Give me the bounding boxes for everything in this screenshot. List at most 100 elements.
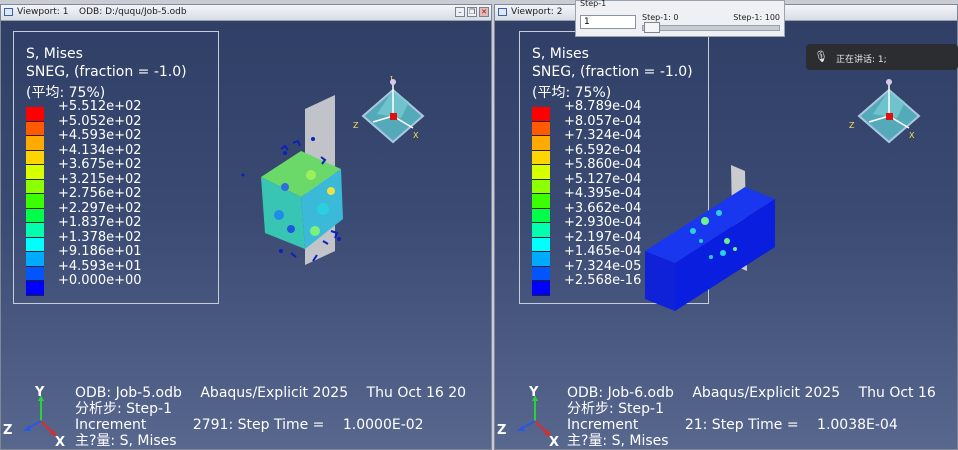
view-cube-z-label: Z: [353, 121, 359, 130]
frame-slider-min-label: Step-1: 0: [642, 13, 679, 22]
triad-z-label: Z: [3, 423, 13, 438]
legend-variable: S, Mises: [532, 46, 589, 62]
legend-swatch: [532, 237, 550, 252]
viewport-1-title: Viewport: 1: [17, 7, 69, 17]
speech-indicator-popup: 🎙 正在讲话: 1;: [806, 44, 958, 70]
legend-swatch: [26, 223, 44, 238]
contour-legend: S, Mises SNEG, (fraction = -1.0) (平均: 75…: [13, 31, 219, 304]
view-cube[interactable]: Z X: [847, 76, 927, 156]
legend-swatch: [26, 237, 44, 252]
legend-tick-label: +4.593e+01: [58, 258, 142, 274]
step-info: 分析步: Step-1: [75, 401, 173, 417]
legend-tick-label: +2.756e+02: [58, 186, 142, 201]
primary-variable-info: 主?量: S, Mises: [75, 433, 177, 449]
triad-y-label: Y: [35, 385, 45, 400]
frame-slider-max-label: Step-1: 100: [733, 13, 780, 22]
legend-tick-label: +0.000e+00: [58, 273, 142, 288]
speech-status-text: 正在讲话: 1;: [836, 55, 887, 65]
model-view: [645, 165, 775, 311]
frame-selector-window[interactable]: Step-1 Step-1: 0 Step-1: 100: [575, 0, 785, 37]
microphone-icon: 🎙: [814, 50, 828, 63]
legend-swatch: [26, 252, 44, 267]
minimize-icon[interactable]: –: [455, 7, 465, 17]
info-date: Thu Oct 16: [858, 385, 936, 401]
legend-tick-label: +8.057e-04: [564, 113, 642, 129]
step-info: 分析步: Step-1: [567, 401, 665, 417]
viewport-2-title: Viewport: 2: [511, 7, 563, 17]
odb-info: ODB: Job-5.odb Abaqus/Explicit 2025 Thu …: [75, 385, 466, 401]
legend-swatch: [26, 107, 44, 122]
increment-label: Increment: [567, 417, 639, 433]
legend-swatch: [532, 136, 550, 151]
legend-colorbar: [26, 107, 44, 296]
info-odb: ODB: Job-5.odb: [75, 385, 182, 401]
legend-swatch: [532, 266, 550, 281]
view-cube-y-label: Y: [388, 76, 394, 82]
legend-swatch: [532, 165, 550, 180]
triad-x-label: X: [55, 435, 66, 450]
legend-tick-label: +7.324e-04: [564, 128, 642, 143]
frame-number-input[interactable]: [580, 15, 636, 29]
legend-variable: S, Mises: [26, 46, 83, 62]
legend-swatch: [532, 208, 550, 223]
legend-swatch: [532, 107, 550, 122]
view-cube[interactable]: Y Z X: [351, 76, 431, 156]
legend-tick-label: +4.395e-04: [564, 186, 642, 201]
legend-swatch: [26, 136, 44, 151]
legend-tick-label: +2.568e-16: [564, 273, 642, 288]
legend-swatch: [532, 252, 550, 267]
legend-tick-label: +1.378e+02: [58, 229, 142, 245]
increment-value: 21: Step Time =: [684, 417, 799, 433]
legend-swatch: [532, 223, 550, 238]
legend-sneg: SNEG, (fraction = -1.0): [532, 64, 693, 80]
info-odb: ODB: Job-6.odb: [567, 385, 674, 401]
legend-swatch: [26, 266, 44, 281]
legend-tick-label: +1.465e-04: [564, 244, 642, 259]
info-solver: Abaqus/Explicit 2025: [692, 385, 841, 401]
increment-info: Increment 21: Step Time = 1.0038E-04: [567, 417, 898, 433]
viewport-icon: [4, 8, 13, 16]
legend-tick-label: +3.675e+02: [58, 157, 142, 172]
legend-colorbar: [532, 107, 550, 296]
step-time-value: 1.0038E-04: [817, 417, 898, 433]
viewport-2-canvas[interactable]: S, Mises SNEG, (fraction = -1.0) (平均: 75…: [495, 21, 957, 449]
legend-tick-label: +4.593e+02: [58, 128, 142, 143]
legend-tick-label: +5.127e-04: [564, 171, 642, 187]
legend-swatch: [26, 150, 44, 165]
close-icon[interactable]: ✕: [479, 7, 489, 17]
triad-z-label: Z: [497, 423, 507, 438]
legend-tick-label: +3.215e+02: [58, 171, 142, 187]
legend-swatch: [532, 179, 550, 194]
viewport-1-titlebar[interactable]: Viewport: 1 ODB: D:/ququ/Job-5.odb – ❐ ✕: [1, 5, 491, 21]
legend-tick-label: +1.837e+02: [58, 215, 142, 230]
legend-tick-label: +8.789e-04: [564, 99, 642, 114]
viewport-2[interactable]: Viewport: 2 S, Mises SNEG, (fraction = -…: [494, 4, 958, 450]
frame-selector-title: Step-1: [580, 0, 607, 8]
odb-info: ODB: Job-6.odb Abaqus/Explicit 2025 Thu …: [567, 385, 936, 401]
step-time-value: 1.0000E-02: [342, 417, 424, 433]
legend-tick-label: +5.052e+02: [58, 113, 142, 129]
legend-tick-label: +5.860e-04: [564, 157, 642, 172]
view-cube-x-label: X: [413, 131, 419, 140]
legend-sneg: SNEG, (fraction = -1.0): [26, 64, 187, 80]
info-date: Thu Oct 16 20: [366, 385, 467, 401]
triad-x-label: X: [549, 435, 560, 450]
frame-slider-track[interactable]: [642, 25, 780, 31]
triad-y-label: Y: [529, 385, 539, 400]
legend-swatch: [26, 165, 44, 180]
increment-label: Increment: [75, 417, 147, 433]
view-cube-x-label: X: [909, 131, 915, 140]
view-cube-z-label: Z: [849, 121, 855, 130]
viewport-1-odb-path: ODB: D:/ququ/Job-5.odb: [79, 7, 187, 17]
viewport-1[interactable]: Viewport: 1 ODB: D:/ququ/Job-5.odb – ❐ ✕…: [0, 4, 492, 450]
legend-tick-label: +4.134e+02: [58, 142, 142, 158]
frame-slider-handle[interactable]: [644, 22, 660, 33]
legend-swatch: [26, 194, 44, 209]
primary-variable-info: 主?量: S, Mises: [567, 433, 669, 449]
increment-info: Increment 2791: Step Time = 1.0000E-02: [75, 417, 424, 433]
legend-tick-label: +9.186e+01: [58, 244, 142, 259]
info-solver: Abaqus/Explicit 2025: [200, 385, 349, 401]
legend-swatch: [26, 179, 44, 194]
restore-icon[interactable]: ❐: [467, 7, 477, 17]
viewport-1-canvas[interactable]: S, Mises SNEG, (fraction = -1.0) (平均: 75…: [1, 21, 491, 449]
